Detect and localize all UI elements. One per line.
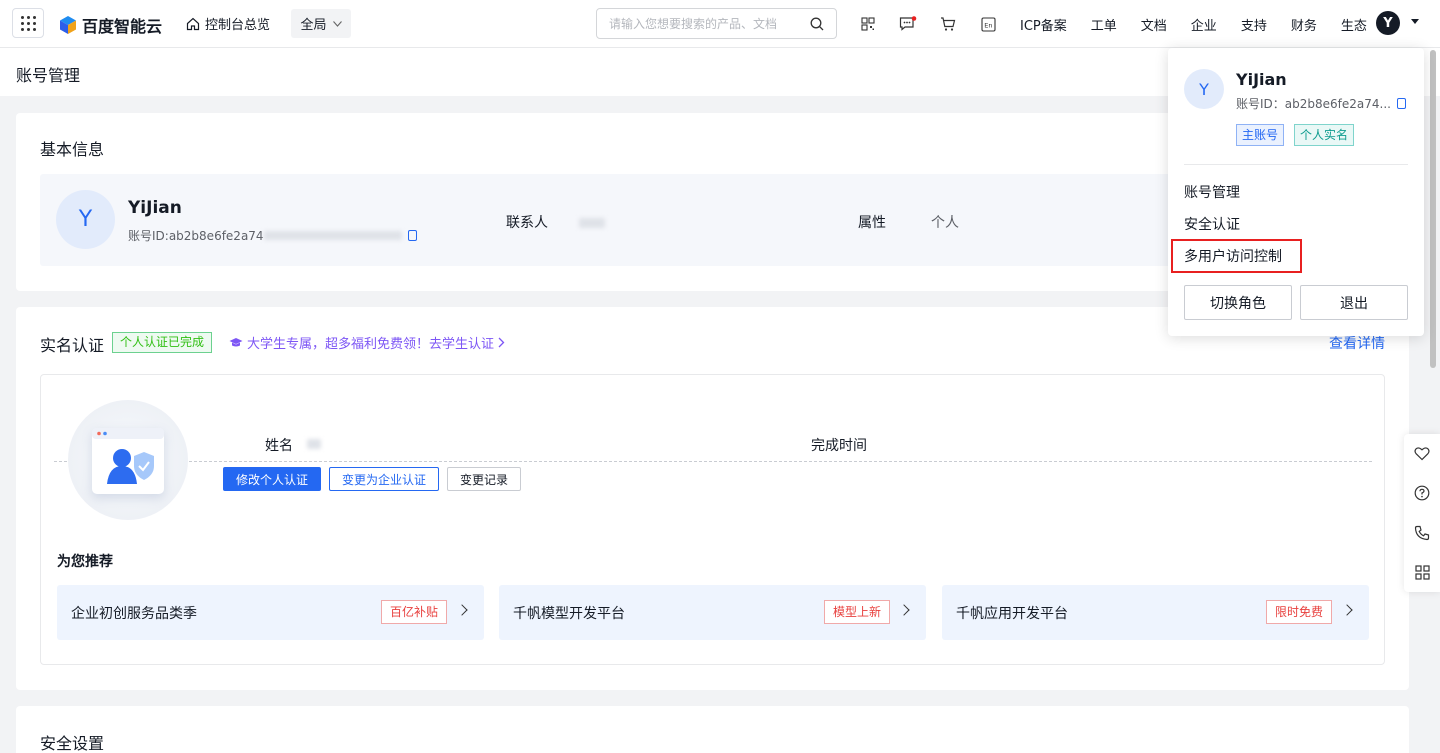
top-link-enterprise[interactable]: 企业 bbox=[1191, 15, 1217, 34]
recommend-item-tag: 限时免费 bbox=[1266, 600, 1333, 624]
dropdown-account-id: 账号ID：ab2b8e6fe2a74... bbox=[1236, 95, 1406, 112]
user-name: YiJian bbox=[128, 198, 182, 218]
personal-verified-tag: 个人实名 bbox=[1294, 124, 1355, 146]
top-icon-group: En bbox=[858, 14, 998, 34]
security-card bbox=[16, 706, 1409, 753]
change-history-button[interactable]: 变更记录 bbox=[447, 467, 521, 491]
cart-icon[interactable] bbox=[938, 14, 958, 34]
chevron-down-icon bbox=[332, 20, 342, 27]
recommend-item[interactable]: 企业初创服务品类季 百亿补贴 bbox=[57, 585, 484, 640]
status-badge: 个人认证已完成 bbox=[112, 332, 213, 353]
view-detail-link[interactable]: 查看详情 bbox=[1329, 333, 1385, 353]
redacted-text bbox=[263, 231, 402, 240]
apps-icon[interactable] bbox=[1404, 553, 1440, 593]
caret-down-icon[interactable] bbox=[1411, 19, 1419, 24]
page-title: 账号管理 bbox=[16, 66, 81, 85]
help-icon[interactable] bbox=[1404, 474, 1440, 514]
top-link-ticket[interactable]: 工单 bbox=[1091, 15, 1117, 34]
attribute-label: 属性 bbox=[858, 215, 886, 231]
cloud-logo-icon bbox=[58, 15, 78, 35]
user-dropdown-menu: Y YiJian 账号ID：ab2b8e6fe2a74... 主账号 个人实名 … bbox=[1168, 48, 1424, 336]
chevron-right-icon bbox=[898, 604, 910, 616]
brand-logo[interactable]: 百度智能云 bbox=[58, 13, 162, 37]
top-link-finance[interactable]: 财务 bbox=[1291, 15, 1317, 34]
student-promo-link[interactable]: 大学生专属，超多福利免费领！去学生认证 bbox=[229, 333, 505, 352]
recommend-item-tag: 百亿补贴 bbox=[381, 600, 448, 624]
dropdown-user-name: YiJian bbox=[1236, 70, 1287, 89]
attribute-value: 个人 bbox=[931, 215, 959, 231]
top-link-docs[interactable]: 文档 bbox=[1141, 15, 1167, 34]
dropdown-account-id-text: 账号ID：ab2b8e6fe2a74... bbox=[1236, 97, 1391, 111]
graduation-cap-icon bbox=[229, 337, 243, 346]
id-card-icon bbox=[92, 428, 164, 494]
account-id-label: 账号ID: bbox=[128, 229, 169, 243]
search-input[interactable] bbox=[609, 16, 810, 31]
divider bbox=[54, 461, 1372, 462]
name-field-label: 姓名 bbox=[265, 438, 293, 454]
copy-icon[interactable] bbox=[407, 230, 417, 241]
menu-item-security-auth[interactable]: 安全认证 bbox=[1184, 214, 1240, 234]
recommend-item-label: 千帆模型开发平台 bbox=[513, 606, 625, 622]
main-account-tag: 主账号 bbox=[1236, 124, 1285, 146]
switch-role-button[interactable]: 切换角色 bbox=[1184, 285, 1292, 320]
svg-text:En: En bbox=[984, 21, 992, 29]
console-overview-label: 控制台总览 bbox=[205, 18, 271, 33]
contact-value-redacted bbox=[579, 215, 605, 230]
top-link-icp[interactable]: ICP备案 bbox=[1020, 15, 1067, 34]
recommend-item[interactable]: 千帆模型开发平台 模型上新 bbox=[499, 585, 926, 640]
message-icon[interactable] bbox=[898, 14, 918, 34]
copy-icon[interactable] bbox=[1396, 98, 1406, 109]
account-id: 账号ID: ab2b8e6fe2a74 bbox=[128, 227, 417, 244]
avatar: Y bbox=[1184, 69, 1224, 109]
menu-item-account-management[interactable]: 账号管理 bbox=[1184, 182, 1240, 202]
recommend-item-label: 千帆应用开发平台 bbox=[956, 606, 1068, 622]
chevron-right-icon bbox=[498, 337, 505, 348]
language-en-icon[interactable]: En bbox=[978, 14, 998, 34]
floating-toolbar bbox=[1404, 434, 1440, 592]
change-to-enterprise-button[interactable]: 变更为企业认证 bbox=[329, 467, 439, 491]
divider bbox=[1184, 164, 1408, 165]
security-title: 安全设置 bbox=[40, 734, 105, 753]
modify-verification-button[interactable]: 修改个人认证 bbox=[223, 467, 321, 491]
recommend-item[interactable]: 千帆应用开发平台 限时免费 bbox=[942, 585, 1369, 640]
realname-title: 实名认证 bbox=[40, 336, 105, 355]
highlight-box bbox=[1171, 239, 1302, 273]
top-links: ICP备案 工单 文档 企业 支持 财务 生态 bbox=[1020, 15, 1391, 34]
recommend-title: 为您推荐 bbox=[57, 554, 113, 570]
recommend-item-tag: 模型上新 bbox=[824, 600, 891, 624]
qrcode-icon[interactable] bbox=[858, 14, 878, 34]
name-redacted bbox=[307, 439, 321, 449]
top-navbar: 百度智能云 控制台总览 全局 En ICP备案 工单 文档 企业 支持 财务 生… bbox=[0, 0, 1440, 48]
student-promo-text: 大学生专属，超多福利免费领！去学生认证 bbox=[247, 337, 495, 352]
top-link-support[interactable]: 支持 bbox=[1241, 15, 1267, 34]
region-scope-select[interactable]: 全局 bbox=[291, 9, 351, 38]
basic-info-title: 基本信息 bbox=[40, 140, 105, 159]
completion-time-label: 完成时间 bbox=[811, 438, 867, 454]
global-search[interactable] bbox=[596, 8, 837, 39]
user-avatar[interactable]: Y bbox=[1376, 11, 1400, 35]
avatar: Y bbox=[56, 190, 115, 249]
scrollbar-thumb[interactable] bbox=[1430, 50, 1436, 368]
scope-label: 全局 bbox=[300, 18, 327, 33]
brand-name: 百度智能云 bbox=[82, 17, 163, 36]
search-icon[interactable] bbox=[810, 17, 824, 31]
console-overview-link[interactable]: 控制台总览 bbox=[186, 14, 270, 33]
account-id-value: ab2b8e6fe2a74 bbox=[168, 228, 264, 243]
chevron-right-icon bbox=[456, 604, 468, 616]
recommend-item-label: 企业初创服务品类季 bbox=[71, 606, 197, 622]
app-grid-button[interactable] bbox=[12, 8, 44, 38]
home-icon bbox=[186, 17, 200, 30]
chevron-right-icon bbox=[1341, 604, 1353, 616]
logout-button[interactable]: 退出 bbox=[1300, 285, 1408, 320]
top-link-ecosystem[interactable]: 生态 bbox=[1341, 15, 1367, 34]
app-grid-icon bbox=[20, 15, 36, 31]
heart-icon[interactable] bbox=[1404, 434, 1440, 474]
phone-icon[interactable] bbox=[1404, 513, 1440, 553]
scrollbar[interactable] bbox=[1428, 50, 1438, 370]
contact-label: 联系人 bbox=[506, 215, 548, 231]
